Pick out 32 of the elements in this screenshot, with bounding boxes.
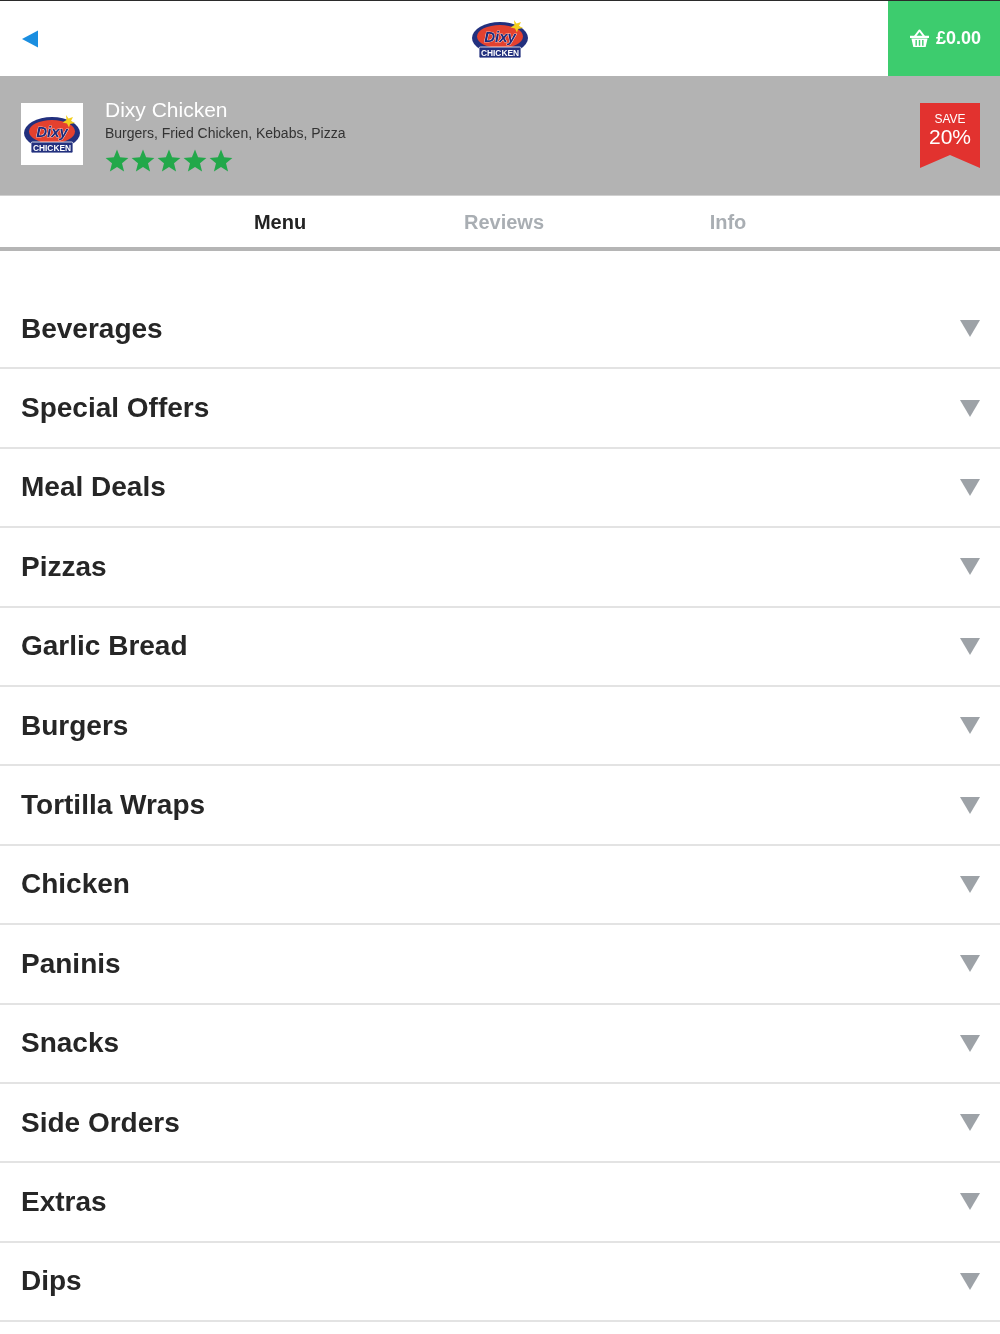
logo-emblem (472, 19, 528, 58)
restaurant-name: Dixy Chicken (105, 98, 229, 122)
star-icon (157, 149, 181, 173)
menu-category[interactable]: Pizzas (0, 528, 1000, 608)
star-icon (209, 149, 233, 173)
menu-category[interactable]: Tortilla Wraps (0, 766, 1000, 846)
star-icon (183, 149, 207, 173)
basket-icon (908, 29, 930, 48)
menu-category[interactable]: Paninis (0, 925, 1000, 1005)
star-icon (105, 149, 129, 173)
cuisine-list: Burgers, Fried Chicken, Kebabs, Pizza (105, 124, 346, 142)
logo-text: Dixy (36, 123, 68, 140)
logo-subtext: CHICKEN (32, 142, 72, 153)
logo-subtext: CHICKEN (480, 47, 520, 58)
star-icon (131, 149, 155, 173)
menu-category[interactable]: Burgers (0, 686, 1000, 767)
menu-category[interactable]: Special Offers (0, 369, 1000, 449)
tab[interactable]: Menu (168, 196, 392, 247)
menu-category[interactable]: Snacks (0, 1004, 1000, 1084)
menu-category[interactable]: Dips (0, 1242, 1000, 1323)
logo-text: Dixy (484, 27, 516, 45)
logo-emblem (24, 115, 80, 154)
back-button[interactable] (21, 29, 39, 48)
save-label: SAVE (934, 113, 966, 126)
menu-category[interactable]: Side Orders (0, 1083, 1000, 1164)
back-icon (21, 29, 39, 48)
menu-category[interactable]: Extras (0, 1163, 1000, 1243)
menu-category[interactable]: Chicken (0, 845, 1000, 926)
menu-category[interactable]: Garlic Bread (0, 607, 1000, 687)
discount-value: 20% (929, 126, 971, 148)
menu-category[interactable]: Meal Deals (0, 448, 1000, 529)
menu-category[interactable]: Beverages (0, 290, 1000, 370)
